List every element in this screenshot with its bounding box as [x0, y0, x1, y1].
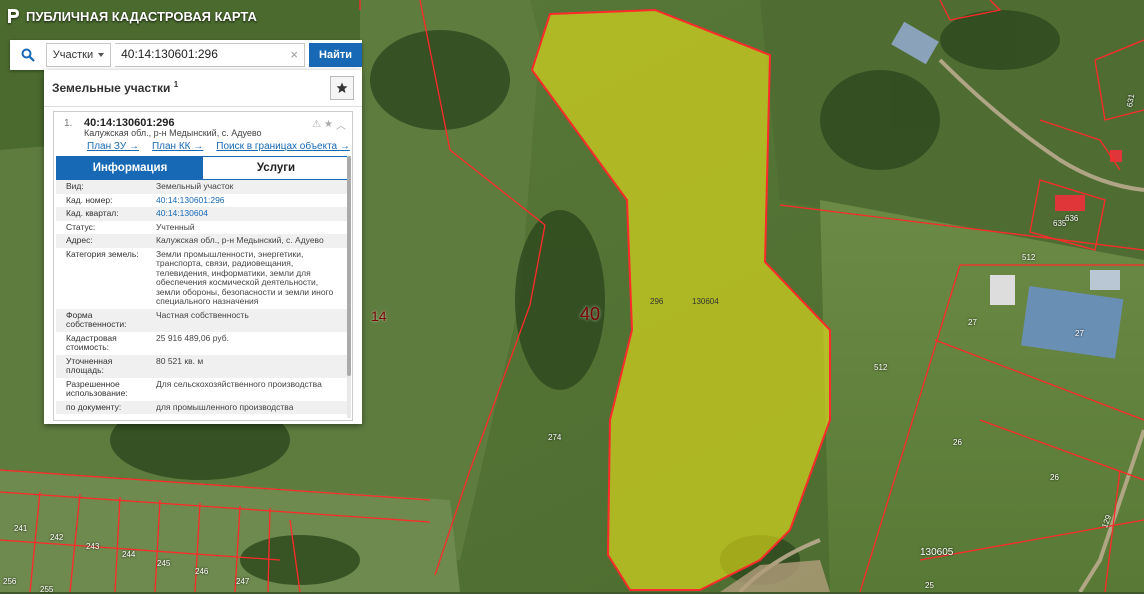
parcel-label-636: 636 [1065, 214, 1079, 223]
info-value: Земельный участок [156, 181, 234, 191]
parcel-label-512-bottom: 512 [874, 363, 888, 372]
chevron-up-icon[interactable]: ︿ [336, 117, 346, 132]
info-table: Вид: Земельный участок Кад. номер: 40:14:1… [56, 180, 348, 418]
info-key: Кадастровая стоимость: [66, 332, 117, 352]
parcel-label-241: 241 [14, 524, 28, 533]
parcel-label-296: 296 [650, 297, 664, 306]
parcel-label-26-b: 26 [1050, 473, 1059, 482]
parcel-label-27-right: 27 [1075, 329, 1084, 338]
plan-kk-link[interactable]: План КК → [152, 141, 203, 152]
parcel-label-130605: 130605 [920, 547, 954, 558]
result-card: 1. 40:14:130601:296 Калужская обл., р-н … [53, 111, 353, 421]
info-key: Уточненная площадь: [66, 355, 113, 375]
warning-icon[interactable]: ⚠ [312, 119, 321, 130]
chevron-down-icon [98, 53, 105, 57]
info-value: 80 521 кв. м [156, 355, 204, 366]
search-type-label: Участки [52, 49, 94, 61]
tab-services[interactable]: Услуги [203, 157, 349, 179]
parcel-label-245: 245 [157, 559, 171, 568]
cadastral-quarter-link[interactable]: 40:14:130604 [152, 207, 348, 221]
info-key: Вид: [66, 181, 84, 191]
parcel-label-274: 274 [548, 433, 562, 442]
tab-information[interactable]: Информация [57, 157, 203, 179]
info-value: Для сельскохозяйственного производства [156, 378, 322, 389]
info-row: Форма собственности: Частная собственност… [56, 308, 348, 332]
info-value: Частная собственность [156, 309, 249, 320]
parcel-label-26-a: 26 [953, 438, 962, 447]
app-title: ПУБЛИЧНАЯ КАДАСТРОВАЯ КАРТА [26, 8, 257, 24]
result-tabs: Информация Услуги [56, 156, 350, 180]
rosreestr-logo-icon [8, 9, 19, 23]
info-row: Разрешенное использование: Для сельскохоз… [56, 378, 348, 401]
result-address: Калужская обл., р-н Медынский, с. Адуево [84, 128, 262, 138]
info-row: Статус: Учтенный [56, 221, 348, 235]
find-button[interactable]: Найти [309, 43, 362, 67]
info-row: Вид: Земельный участок [56, 180, 348, 194]
info-row: Кад. номер: 40:14:130601:296 [56, 194, 348, 208]
parcel-label-635: 635 [1053, 219, 1067, 228]
info-value: Земли промышленности, энергетики, трансп… [156, 248, 334, 306]
quarter-label-40: 40 [580, 304, 601, 324]
parcel-label-243: 243 [86, 542, 100, 551]
star-outline-icon[interactable]: ★ [324, 119, 333, 130]
clear-icon[interactable]: × [290, 47, 298, 62]
results-count: 1 [173, 80, 179, 89]
result-actions: ⚠ ★ ︿ [312, 117, 346, 132]
app-header: ПУБЛИЧНАЯ КАДАСТРОВАЯ КАРТА [6, 8, 257, 24]
plan-zu-link[interactable]: План ЗУ → [87, 141, 139, 152]
info-row: Уточненная площадь: 80 521 кв. м [56, 354, 348, 378]
parcel-label-27-left: 27 [968, 318, 977, 327]
results-panel: Земельные участки 1 1. 40:14:130601:296 … [44, 70, 362, 424]
favorites-button[interactable] [330, 76, 354, 100]
info-row: Кад. квартал: 40:14:130604 [56, 207, 348, 221]
info-value: для промышленного производства [156, 401, 294, 412]
info-scrollbar[interactable] [347, 156, 351, 418]
info-key: по документу: [66, 401, 122, 412]
info-row: Категория земель: Земли промышленности, э… [56, 248, 348, 309]
search-input-wrapper: × [115, 43, 306, 67]
info-value: Калужская обл., р-н Медынский, с. Адуево [156, 235, 324, 245]
search-icon[interactable] [10, 40, 46, 70]
info-row: Кадастровая стоимость: 25 916 489,06 руб. [56, 332, 348, 355]
parcel-label-512-top: 512 [1022, 253, 1036, 262]
info-row: Адрес: Калужская обл., р-н Медынский, с. … [56, 234, 348, 248]
panel-header: Земельные участки 1 [44, 70, 362, 107]
info-key: Категория земель: [66, 248, 139, 259]
parcel-label-242: 242 [50, 533, 64, 542]
parcel-label-25: 25 [925, 581, 934, 590]
info-value: Учтенный [156, 221, 195, 232]
result-links: План ЗУ → План КК → Поиск в границах объ… [87, 141, 350, 152]
quarter-label-14: 14 [371, 308, 387, 324]
search-in-bounds-link[interactable]: Поиск в границах объекта → [216, 141, 350, 152]
scrollbar-thumb[interactable] [347, 156, 351, 376]
parcel-label-244: 244 [122, 550, 136, 559]
search-input[interactable] [115, 44, 298, 64]
info-value: 25 916 489,06 руб. [156, 332, 229, 343]
info-row: по документу: для промышленного производс… [56, 400, 348, 414]
info-key: Разрешенное использование: [66, 378, 128, 398]
parcel-label-130604: 130604 [692, 297, 719, 306]
parcel-label-246: 246 [195, 567, 209, 576]
panel-title-text: Земельные участки [52, 81, 171, 95]
info-key: Форма собственности: [66, 309, 127, 329]
info-key: Кад. квартал: [66, 208, 119, 218]
cadastral-number-link[interactable]: 40:14:130601:296 [152, 194, 348, 208]
parcel-label-255: 255 [40, 585, 54, 594]
info-key: Кад. номер: [66, 194, 113, 205]
info-key: Адрес: [66, 235, 93, 245]
parcel-label-256: 256 [3, 577, 17, 586]
parcel-label-247: 247 [236, 577, 250, 586]
result-index: 1. [64, 118, 73, 129]
star-icon [336, 82, 348, 93]
search-type-select[interactable]: Участки [45, 43, 112, 67]
info-key: Статус: [66, 221, 96, 232]
panel-title: Земельные участки 1 [52, 80, 178, 95]
search-bar: Участки × Найти [10, 40, 362, 70]
